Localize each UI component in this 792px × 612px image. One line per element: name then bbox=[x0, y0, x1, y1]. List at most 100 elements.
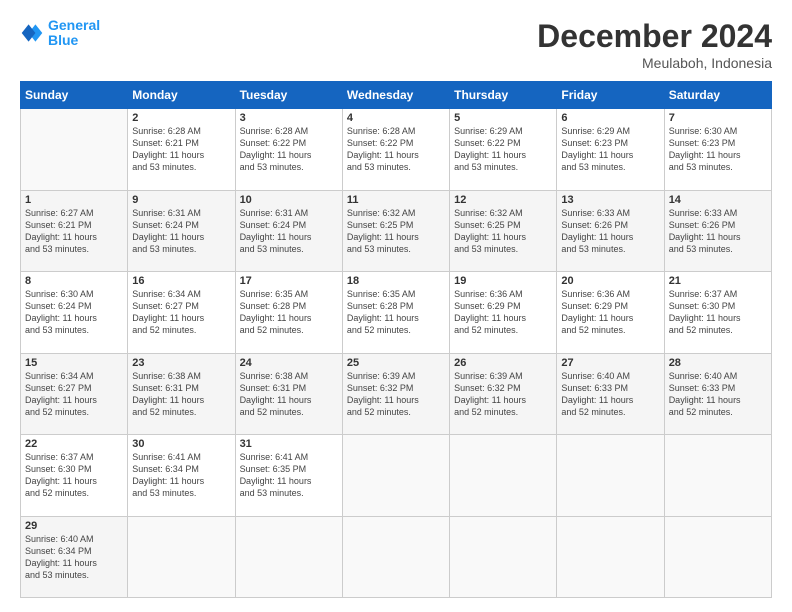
header: General Blue December 2024 Meulaboh, Ind… bbox=[20, 18, 772, 71]
calendar-cell: 15Sunrise: 6:34 AM Sunset: 6:27 PM Dayli… bbox=[21, 353, 128, 435]
day-number: 15 bbox=[25, 357, 123, 369]
calendar-cell bbox=[128, 516, 235, 598]
calendar-cell: 21Sunrise: 6:37 AM Sunset: 6:30 PM Dayli… bbox=[664, 272, 771, 354]
day-number: 11 bbox=[347, 194, 445, 206]
calendar-week-row: 29Sunrise: 6:40 AM Sunset: 6:34 PM Dayli… bbox=[21, 516, 772, 598]
day-info: Sunrise: 6:29 AM Sunset: 6:23 PM Dayligh… bbox=[561, 125, 659, 174]
calendar-cell: 8Sunrise: 6:30 AM Sunset: 6:24 PM Daylig… bbox=[21, 272, 128, 354]
calendar-cell: 9Sunrise: 6:31 AM Sunset: 6:24 PM Daylig… bbox=[128, 190, 235, 272]
calendar-cell bbox=[342, 516, 449, 598]
day-info: Sunrise: 6:36 AM Sunset: 6:29 PM Dayligh… bbox=[454, 288, 552, 337]
column-header-wednesday: Wednesday bbox=[342, 82, 449, 109]
column-header-saturday: Saturday bbox=[664, 82, 771, 109]
day-number: 22 bbox=[25, 438, 123, 450]
day-number: 9 bbox=[132, 194, 230, 206]
calendar-cell: 17Sunrise: 6:35 AM Sunset: 6:28 PM Dayli… bbox=[235, 272, 342, 354]
calendar-cell: 1Sunrise: 6:27 AM Sunset: 6:21 PM Daylig… bbox=[21, 190, 128, 272]
calendar-cell: 23Sunrise: 6:38 AM Sunset: 6:31 PM Dayli… bbox=[128, 353, 235, 435]
day-number: 21 bbox=[669, 275, 767, 287]
day-info: Sunrise: 6:40 AM Sunset: 6:34 PM Dayligh… bbox=[25, 533, 123, 582]
calendar-subtitle: Meulaboh, Indonesia bbox=[537, 55, 772, 71]
day-number: 18 bbox=[347, 275, 445, 287]
calendar-cell: 5Sunrise: 6:29 AM Sunset: 6:22 PM Daylig… bbox=[450, 109, 557, 191]
day-number: 14 bbox=[669, 194, 767, 206]
calendar-cell: 28Sunrise: 6:40 AM Sunset: 6:33 PM Dayli… bbox=[664, 353, 771, 435]
calendar-cell: 27Sunrise: 6:40 AM Sunset: 6:33 PM Dayli… bbox=[557, 353, 664, 435]
day-info: Sunrise: 6:31 AM Sunset: 6:24 PM Dayligh… bbox=[240, 207, 338, 256]
day-number: 27 bbox=[561, 357, 659, 369]
calendar-week-row: 8Sunrise: 6:30 AM Sunset: 6:24 PM Daylig… bbox=[21, 272, 772, 354]
day-info: Sunrise: 6:40 AM Sunset: 6:33 PM Dayligh… bbox=[669, 370, 767, 419]
day-info: Sunrise: 6:28 AM Sunset: 6:22 PM Dayligh… bbox=[240, 125, 338, 174]
logo-line2: Blue bbox=[48, 32, 78, 48]
day-number: 5 bbox=[454, 112, 552, 124]
calendar-cell: 20Sunrise: 6:36 AM Sunset: 6:29 PM Dayli… bbox=[557, 272, 664, 354]
day-info: Sunrise: 6:32 AM Sunset: 6:25 PM Dayligh… bbox=[347, 207, 445, 256]
calendar-cell: 7Sunrise: 6:30 AM Sunset: 6:23 PM Daylig… bbox=[664, 109, 771, 191]
calendar-cell: 26Sunrise: 6:39 AM Sunset: 6:32 PM Dayli… bbox=[450, 353, 557, 435]
day-info: Sunrise: 6:34 AM Sunset: 6:27 PM Dayligh… bbox=[25, 370, 123, 419]
calendar-cell bbox=[235, 516, 342, 598]
calendar-cell: 16Sunrise: 6:34 AM Sunset: 6:27 PM Dayli… bbox=[128, 272, 235, 354]
calendar-cell: 13Sunrise: 6:33 AM Sunset: 6:26 PM Dayli… bbox=[557, 190, 664, 272]
day-info: Sunrise: 6:28 AM Sunset: 6:21 PM Dayligh… bbox=[132, 125, 230, 174]
day-number: 31 bbox=[240, 438, 338, 450]
day-number: 16 bbox=[132, 275, 230, 287]
column-header-sunday: Sunday bbox=[21, 82, 128, 109]
day-number: 25 bbox=[347, 357, 445, 369]
calendar-cell: 2Sunrise: 6:28 AM Sunset: 6:21 PM Daylig… bbox=[128, 109, 235, 191]
day-info: Sunrise: 6:33 AM Sunset: 6:26 PM Dayligh… bbox=[561, 207, 659, 256]
day-info: Sunrise: 6:30 AM Sunset: 6:23 PM Dayligh… bbox=[669, 125, 767, 174]
day-info: Sunrise: 6:41 AM Sunset: 6:35 PM Dayligh… bbox=[240, 451, 338, 500]
day-info: Sunrise: 6:40 AM Sunset: 6:33 PM Dayligh… bbox=[561, 370, 659, 419]
day-info: Sunrise: 6:39 AM Sunset: 6:32 PM Dayligh… bbox=[347, 370, 445, 419]
day-info: Sunrise: 6:38 AM Sunset: 6:31 PM Dayligh… bbox=[240, 370, 338, 419]
day-info: Sunrise: 6:35 AM Sunset: 6:28 PM Dayligh… bbox=[347, 288, 445, 337]
day-info: Sunrise: 6:36 AM Sunset: 6:29 PM Dayligh… bbox=[561, 288, 659, 337]
day-number: 2 bbox=[132, 112, 230, 124]
day-info: Sunrise: 6:31 AM Sunset: 6:24 PM Dayligh… bbox=[132, 207, 230, 256]
day-number: 1 bbox=[25, 194, 123, 206]
day-number: 26 bbox=[454, 357, 552, 369]
calendar-cell bbox=[664, 516, 771, 598]
calendar-header-row: SundayMondayTuesdayWednesdayThursdayFrid… bbox=[21, 82, 772, 109]
calendar-cell: 22Sunrise: 6:37 AM Sunset: 6:30 PM Dayli… bbox=[21, 435, 128, 517]
day-number: 17 bbox=[240, 275, 338, 287]
day-number: 23 bbox=[132, 357, 230, 369]
day-info: Sunrise: 6:35 AM Sunset: 6:28 PM Dayligh… bbox=[240, 288, 338, 337]
day-number: 6 bbox=[561, 112, 659, 124]
day-number: 28 bbox=[669, 357, 767, 369]
calendar-cell bbox=[450, 516, 557, 598]
calendar-week-row: 2Sunrise: 6:28 AM Sunset: 6:21 PM Daylig… bbox=[21, 109, 772, 191]
day-number: 30 bbox=[132, 438, 230, 450]
day-number: 10 bbox=[240, 194, 338, 206]
calendar-cell bbox=[21, 109, 128, 191]
logo-text: General Blue bbox=[48, 18, 100, 49]
day-info: Sunrise: 6:32 AM Sunset: 6:25 PM Dayligh… bbox=[454, 207, 552, 256]
day-number: 8 bbox=[25, 275, 123, 287]
calendar-cell: 19Sunrise: 6:36 AM Sunset: 6:29 PM Dayli… bbox=[450, 272, 557, 354]
day-number: 20 bbox=[561, 275, 659, 287]
day-number: 4 bbox=[347, 112, 445, 124]
day-number: 3 bbox=[240, 112, 338, 124]
calendar-week-row: 22Sunrise: 6:37 AM Sunset: 6:30 PM Dayli… bbox=[21, 435, 772, 517]
column-header-monday: Monday bbox=[128, 82, 235, 109]
day-number: 19 bbox=[454, 275, 552, 287]
calendar-cell: 25Sunrise: 6:39 AM Sunset: 6:32 PM Dayli… bbox=[342, 353, 449, 435]
calendar-table: SundayMondayTuesdayWednesdayThursdayFrid… bbox=[20, 81, 772, 598]
day-number: 7 bbox=[669, 112, 767, 124]
calendar-cell bbox=[450, 435, 557, 517]
day-info: Sunrise: 6:29 AM Sunset: 6:22 PM Dayligh… bbox=[454, 125, 552, 174]
day-info: Sunrise: 6:41 AM Sunset: 6:34 PM Dayligh… bbox=[132, 451, 230, 500]
calendar-cell: 18Sunrise: 6:35 AM Sunset: 6:28 PM Dayli… bbox=[342, 272, 449, 354]
calendar-cell bbox=[557, 435, 664, 517]
calendar-cell bbox=[557, 516, 664, 598]
logo-icon bbox=[20, 21, 44, 45]
calendar-cell bbox=[342, 435, 449, 517]
day-number: 24 bbox=[240, 357, 338, 369]
calendar-title: December 2024 bbox=[537, 18, 772, 55]
column-header-tuesday: Tuesday bbox=[235, 82, 342, 109]
day-info: Sunrise: 6:38 AM Sunset: 6:31 PM Dayligh… bbox=[132, 370, 230, 419]
logo-line1: General bbox=[48, 17, 100, 33]
day-number: 13 bbox=[561, 194, 659, 206]
